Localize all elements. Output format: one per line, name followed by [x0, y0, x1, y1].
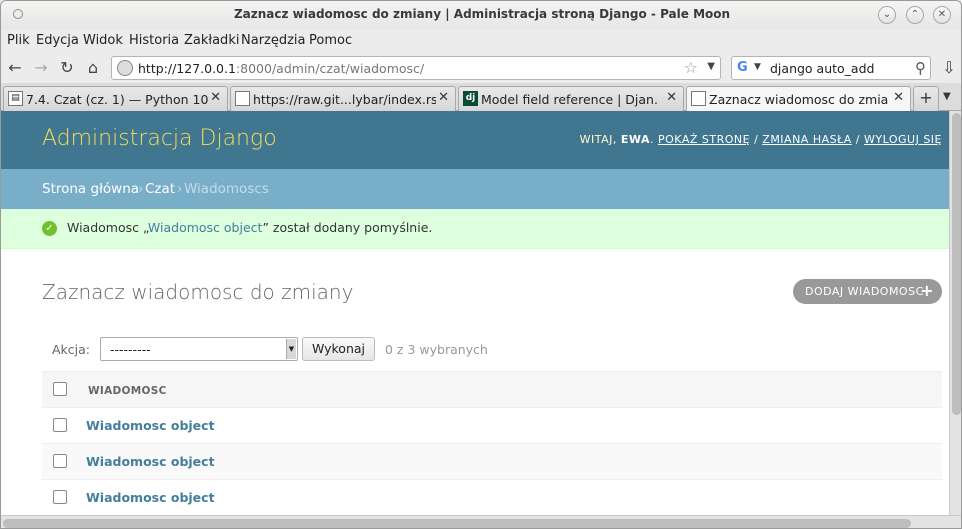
tab-label: Model field reference | Djan...: [481, 92, 659, 107]
row-checkbox[interactable]: [53, 490, 67, 504]
close-tab-icon[interactable]: ✕: [210, 90, 221, 105]
menu-pomoc[interactable]: Pomoc: [309, 33, 352, 48]
reload-icon[interactable]: ↻: [57, 58, 77, 78]
action-select-value: ---------: [110, 342, 151, 357]
download-icon[interactable]: ⇩: [939, 58, 959, 78]
admin-header: Administracja Django WITAJ, EWA. POKAŻ S…: [1, 111, 949, 169]
breadcrumb-current: Wiadomoscs: [184, 181, 269, 197]
menu-plik[interactable]: Plik: [7, 33, 30, 48]
plus-icon: +: [920, 281, 934, 300]
table-header: WIADOMOSC: [42, 371, 942, 408]
minimize-button[interactable]: ⌄: [878, 6, 896, 24]
tab-raw-github[interactable]: https://raw.git...lybar/index.rst ✕: [230, 86, 456, 111]
row-link[interactable]: Wiadomosc object: [86, 418, 215, 433]
row-link[interactable]: Wiadomosc object: [86, 454, 215, 469]
add-button-label: DODAJ WIADOMOSC: [805, 285, 924, 298]
row-checkbox[interactable]: [53, 454, 67, 468]
selection-counter: 0 z 3 wybranych: [385, 342, 488, 357]
navigation-bar: ← → ↻ ⌂ http://127.0.0.1:8000/admin/czat…: [1, 53, 961, 83]
close-window-button[interactable]: ✕: [933, 6, 951, 24]
maximize-button[interactable]: ⌃: [906, 6, 924, 24]
tab-list-dropdown-icon[interactable]: ▼: [943, 91, 951, 102]
table-row: Wiadomosc object: [42, 408, 942, 444]
title-bar: Zaznacz wiadomosc do zmiany | Administra…: [1, 1, 961, 29]
change-password-link[interactable]: ZMIANA HASŁA: [762, 133, 852, 146]
vertical-scroll-thumb[interactable]: [952, 113, 961, 415]
close-tab-icon[interactable]: ✕: [438, 90, 449, 105]
chevron-down-icon[interactable]: ▼: [286, 339, 296, 359]
google-icon[interactable]: G: [737, 60, 748, 75]
home-icon[interactable]: ⌂: [83, 58, 103, 78]
menu-widok[interactable]: Widok: [83, 33, 123, 48]
horizontal-scroll-thumb[interactable]: [3, 519, 911, 528]
action-label: Akcja:: [52, 342, 91, 357]
table-row: Wiadomosc object: [42, 444, 942, 480]
book-icon: ▤: [8, 91, 23, 106]
search-input[interactable]: django auto_add: [770, 61, 874, 76]
forward-icon[interactable]: →: [31, 58, 51, 78]
browser-window: Zaznacz wiadomosc do zmiany | Administra…: [0, 0, 962, 529]
menu-narzedzia[interactable]: Narzędzia: [241, 33, 306, 48]
search-icon[interactable]: ⚲: [915, 59, 926, 77]
page-icon: [691, 91, 706, 106]
go-button[interactable]: Wykonaj: [302, 337, 375, 361]
site-branding[interactable]: Administracja Django: [42, 126, 277, 151]
username: EWA: [620, 133, 651, 146]
tab-czat[interactable]: ▤ 7.4. Czat (cz. 1) — Python 101... ✕: [3, 86, 228, 111]
menu-edycja[interactable]: Edycja: [36, 33, 79, 48]
tab-model-field-reference[interactable]: dj Model field reference | Djan... ✕: [458, 86, 684, 111]
close-tab-icon[interactable]: ✕: [893, 90, 904, 105]
url-dropdown-icon[interactable]: ▼: [707, 61, 715, 72]
globe-icon: [117, 60, 133, 76]
search-bar[interactable]: G ▼ django auto_add ⚲: [731, 56, 931, 80]
view-site-link[interactable]: POKAŻ STRONĘ: [658, 133, 750, 146]
page-title: Zaznacz wiadomosc do zmiany: [42, 280, 354, 304]
breadcrumb-home[interactable]: Strona główna: [42, 181, 139, 197]
page-icon: [235, 91, 250, 106]
menu-bar: Plik Edycja Widok Historia Zakładki Narz…: [1, 29, 961, 53]
tab-zaznacz-wiadomosc[interactable]: Zaznacz wiadomosc do zmia... ✕: [686, 86, 911, 112]
window-title: Zaznacz wiadomosc do zmiany | Administra…: [233, 7, 731, 21]
column-header-wiadomosc[interactable]: WIADOMOSC: [88, 385, 167, 397]
message-object-link[interactable]: Wiadomosc object: [148, 220, 263, 235]
breadcrumb-separator: ›: [177, 181, 183, 197]
url-host: http://127.0.0.1: [138, 61, 236, 76]
row-checkbox[interactable]: [53, 418, 67, 432]
menu-zakladki[interactable]: Zakładki: [184, 33, 239, 48]
menu-historia[interactable]: Historia: [129, 33, 179, 48]
row-link[interactable]: Wiadomosc object: [86, 490, 215, 505]
tab-label: 7.4. Czat (cz. 1) — Python 101...: [26, 92, 208, 107]
message-prefix: Wiadomosc „: [67, 220, 148, 235]
breadcrumb: Strona główna › Czat › Wiadomoscs: [1, 169, 949, 209]
vertical-scrollbar[interactable]: [949, 111, 961, 515]
message-suffix: ” został dodany pomyślnie.: [262, 220, 433, 235]
add-wiadomosc-button[interactable]: DODAJ WIADOMOSC +: [793, 279, 942, 304]
breadcrumb-separator: ›: [138, 181, 144, 197]
action-select[interactable]: --------- ▼: [100, 337, 298, 361]
tab-bar: ▤ 7.4. Czat (cz. 1) — Python 101... ✕ ht…: [1, 83, 961, 112]
welcome-text: WITAJ,: [579, 133, 617, 146]
check-icon: ✓: [42, 221, 57, 236]
horizontal-scrollbar[interactable]: [1, 515, 961, 528]
new-tab-button[interactable]: +: [913, 86, 939, 111]
tab-label: Zaznacz wiadomosc do zmia...: [709, 92, 889, 107]
close-tab-icon[interactable]: ✕: [666, 90, 677, 105]
back-icon[interactable]: ←: [5, 58, 25, 78]
breadcrumb-czat[interactable]: Czat: [145, 181, 175, 197]
success-message: ✓ Wiadomosc „Wiadomosc object” został do…: [1, 209, 949, 249]
url-bar[interactable]: http://127.0.0.1:8000/admin/czat/wiadomo…: [111, 56, 721, 80]
user-tools: WITAJ, EWA. POKAŻ STRONĘ / ZMIANA HASŁA …: [579, 133, 942, 146]
django-icon: dj: [463, 91, 478, 106]
url-path: :8000/admin/czat/wiadomosc/: [235, 61, 425, 76]
logout-link[interactable]: WYLOGUJ SIĘ: [864, 133, 942, 146]
message-text: Wiadomosc „Wiadomosc object” został doda…: [67, 220, 432, 235]
select-all-checkbox[interactable]: [53, 382, 67, 396]
search-engine-dropdown-icon[interactable]: ▼: [754, 62, 761, 72]
tab-label: https://raw.git...lybar/index.rst: [253, 92, 436, 107]
table-row: Wiadomosc object: [42, 480, 942, 515]
bookmark-star-icon[interactable]: ☆: [684, 58, 698, 77]
url-text[interactable]: http://127.0.0.1:8000/admin/czat/wiadomo…: [138, 61, 424, 76]
page-content: Administracja Django WITAJ, EWA. POKAŻ S…: [1, 111, 949, 515]
